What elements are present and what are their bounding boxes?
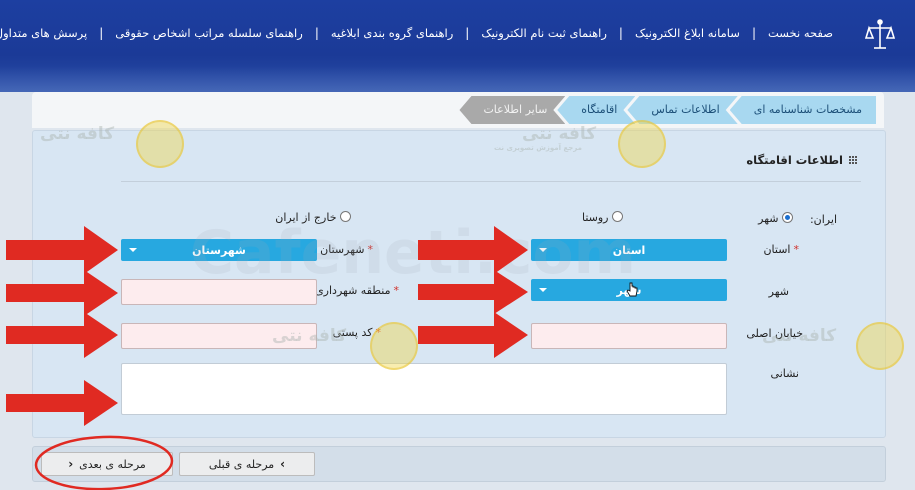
county-select[interactable]: شهرستان <box>121 239 317 261</box>
province-select-value: استان <box>612 243 646 257</box>
wizard-footer: › مرحله ی قبلی مرحله ی بعدی ‹ <box>32 446 886 482</box>
judiciary-scales-logo-icon[interactable] <box>865 18 895 52</box>
next-step-label: مرحله ی بعدی <box>79 457 146 471</box>
step-residence[interactable]: اقامتگاه <box>557 96 635 124</box>
previous-step-label: مرحله ی قبلی <box>208 457 275 471</box>
city-label: شهر <box>768 285 789 298</box>
nav-separator: | <box>99 26 104 40</box>
province-label: *استان <box>763 243 799 256</box>
nav-e-notice-system[interactable]: سامانه ابلاغ الکترونیک <box>623 26 752 40</box>
step-identity-info[interactable]: مشخصات شناسنامه ای <box>729 96 876 124</box>
main-street-input[interactable] <box>531 323 727 349</box>
main-menu: صفحه نخست | سامانه ابلاغ الکترونیک | راه… <box>0 26 845 40</box>
caret-down-icon <box>129 248 137 252</box>
form-title: اطلاعات اقامتگاه <box>746 153 857 167</box>
wizard-steps: مشخصات شناسنامه ای اطلاعات تماس اقامتگاه… <box>467 96 876 124</box>
municipal-district-input[interactable] <box>121 279 317 305</box>
postal-code-label: *کد پستی <box>332 326 381 339</box>
residence-form-card: اطلاعات اقامتگاه ایران: شهر روستا خارج ا… <box>32 130 886 438</box>
city-select-value: شهر <box>616 283 642 297</box>
top-navigation-bar: صفحه نخست | سامانه ابلاغ الکترونیک | راه… <box>0 0 915 92</box>
iran-label: ایران: <box>809 213 837 226</box>
nav-legal-persons-guide[interactable]: راهنمای سلسله مراتب اشخاص حقوقی <box>103 26 315 40</box>
form-title-text: اطلاعات اقامتگاه <box>746 153 843 167</box>
radio-city[interactable] <box>782 212 793 223</box>
radio-abroad-option[interactable]: خارج از ایران <box>275 211 351 224</box>
next-step-button[interactable]: مرحله ی بعدی ‹ <box>41 452 173 476</box>
caret-down-icon <box>539 288 547 292</box>
main-street-label: خیابان اصلی <box>746 327 803 340</box>
radio-city-label: شهر <box>758 212 779 225</box>
address-label: نشانی <box>770 367 799 380</box>
radio-village-option[interactable]: روستا <box>582 211 623 224</box>
radio-village-label: روستا <box>581 211 609 224</box>
nav-separator: | <box>314 26 319 40</box>
chevron-left-icon: ‹ <box>68 457 74 471</box>
radio-city-option[interactable]: شهر <box>758 212 793 225</box>
nav-separator: | <box>618 26 623 40</box>
nav-faq[interactable]: پرسش های متداول <box>0 26 99 40</box>
county-label: *شهرستان <box>320 243 373 256</box>
address-textarea[interactable] <box>121 363 727 415</box>
chevron-right-icon: › <box>280 457 286 471</box>
nav-home[interactable]: صفحه نخست <box>756 26 845 40</box>
nav-separator: | <box>465 26 470 40</box>
previous-step-button[interactable]: › مرحله ی قبلی <box>179 452 315 476</box>
municipal-district-label: *منطقه شهرداری <box>315 284 399 297</box>
nav-separator: | <box>751 26 756 40</box>
step-contact-info[interactable]: اطلاعات تماس <box>627 96 737 124</box>
nav-notice-grouping-guide[interactable]: راهنمای گروه بندی ابلاغیه <box>319 26 465 40</box>
grid-icon <box>848 155 857 165</box>
nav-e-registration-guide[interactable]: راهنمای ثبت نام الکترونیک <box>469 26 619 40</box>
postal-code-input[interactable] <box>121 323 317 349</box>
radio-abroad-label: خارج از ایران <box>275 211 337 224</box>
county-select-value: شهرستان <box>192 243 246 257</box>
wizard-steps-panel: مشخصات شناسنامه ای اطلاعات تماس اقامتگاه… <box>32 92 884 128</box>
city-select[interactable]: شهر <box>531 279 727 301</box>
caret-down-icon <box>539 248 547 252</box>
radio-village[interactable] <box>612 211 623 222</box>
province-select[interactable]: استان <box>531 239 727 261</box>
step-other-info: سایر اطلاعات <box>459 96 565 124</box>
title-divider <box>121 181 861 182</box>
radio-abroad[interactable] <box>340 211 351 222</box>
